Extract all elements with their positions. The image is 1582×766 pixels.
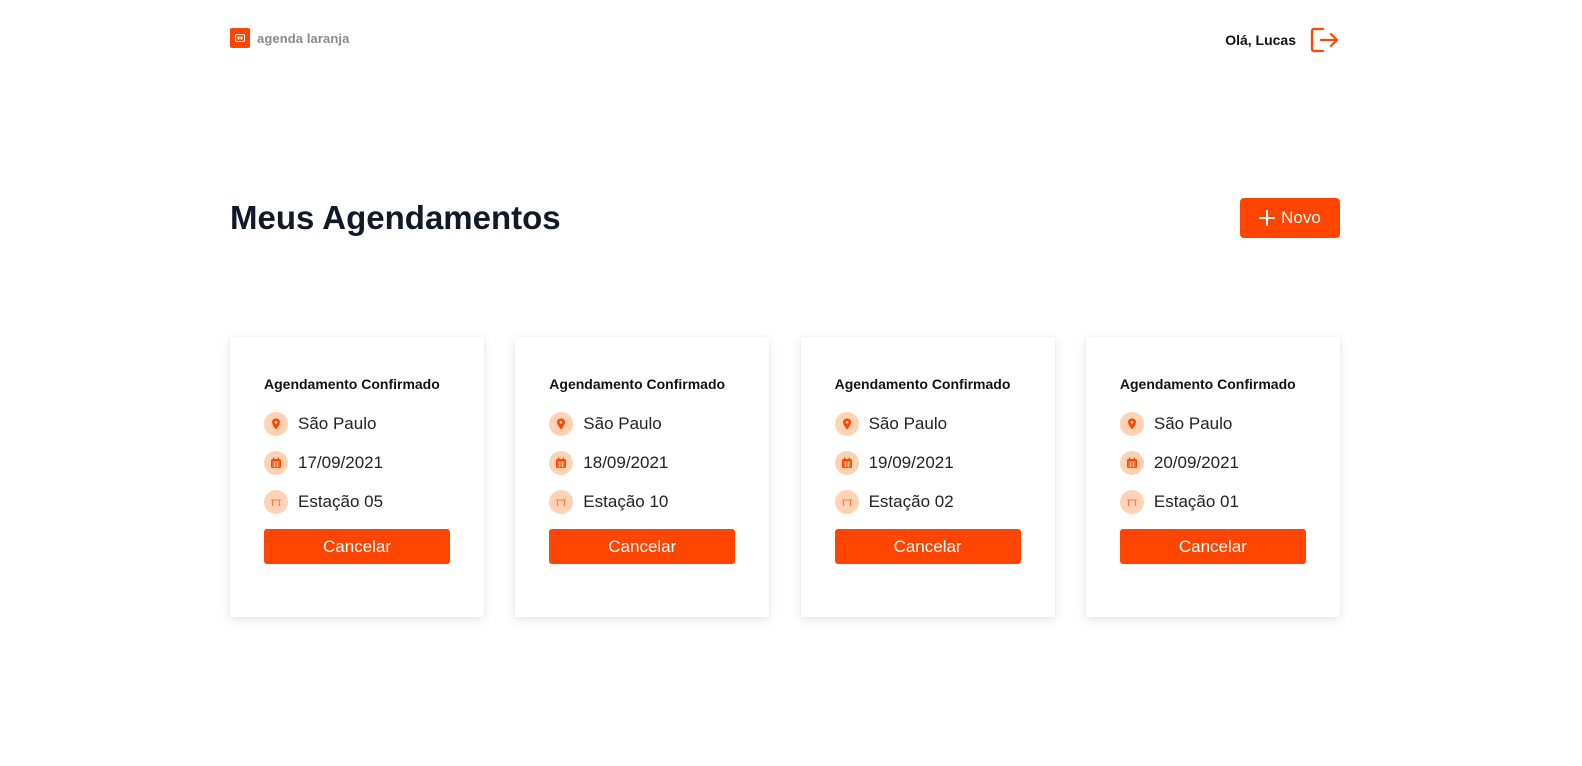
cancel-button[interactable]: Cancelar [834, 529, 1021, 564]
new-button-label: Novo [1281, 208, 1321, 227]
station-row: Estação 01 [1119, 490, 1306, 514]
date-row: 17/09/2021 [264, 451, 450, 475]
date-row: 18/09/2021 [549, 451, 735, 475]
map-pin-icon [1119, 412, 1144, 436]
brand-logo-icon [230, 28, 250, 48]
location-text: São Paulo [298, 414, 377, 433]
station-text: Estação 10 [583, 492, 669, 511]
station-text: Estação 02 [868, 492, 954, 511]
date-text: 17/09/2021 [298, 453, 384, 472]
card-title: Agendamento Confirmado [834, 376, 1011, 392]
calendar-icon [834, 451, 859, 475]
date-row: 20/09/2021 [1119, 451, 1306, 475]
cancel-button[interactable]: Cancelar [264, 529, 450, 564]
station-row: Estação 05 [264, 490, 450, 514]
cancel-button[interactable]: Cancelar [549, 529, 736, 564]
desk-icon [264, 490, 288, 514]
station-row: Estação 10 [549, 490, 735, 514]
desk-icon [549, 490, 574, 514]
map-pin-icon [549, 412, 574, 436]
date-text: 19/09/2021 [868, 453, 954, 472]
calendar-icon [1119, 451, 1144, 475]
appointment-card: Agendamento Confirmado São Paulo 17/09/2… [230, 337, 484, 617]
appointment-card: Agendamento Confirmado São Paulo 19/09/2… [800, 337, 1055, 617]
desk-icon [834, 490, 859, 514]
location-row: São Paulo [1119, 412, 1306, 436]
calendar-icon [549, 451, 574, 475]
appointment-cards: Agendamento Confirmado São Paulo 17/09/2… [230, 337, 1340, 617]
location-row: São Paulo [549, 412, 735, 436]
brand-name: agenda laranja [257, 30, 350, 46]
plus-icon [1259, 210, 1276, 226]
location-text: São Paulo [1153, 414, 1233, 433]
new-appointment-button[interactable]: Novo [1240, 198, 1340, 238]
brand[interactable]: agenda laranja [230, 28, 349, 48]
card-title: Agendamento Confirmado [549, 376, 726, 392]
location-row: São Paulo [834, 412, 1021, 436]
card-title: Agendamento Confirmado [1119, 376, 1296, 392]
station-text: Estação 01 [1153, 492, 1239, 511]
location-row: São Paulo [264, 412, 450, 436]
station-row: Estação 02 [834, 490, 1021, 514]
appointment-card: Agendamento Confirmado São Paulo 18/09/2… [515, 337, 770, 617]
map-pin-icon [834, 412, 859, 436]
date-text: 20/09/2021 [1153, 453, 1239, 472]
map-pin-icon [264, 412, 288, 436]
desk-icon [1119, 490, 1144, 514]
top-header: agenda laranja Olá, Lucas [230, 24, 1340, 56]
date-text: 18/09/2021 [583, 453, 669, 472]
calendar-icon [264, 451, 288, 475]
location-text: São Paulo [868, 414, 948, 433]
appointment-card: Agendamento Confirmado São Paulo 20/09/2… [1085, 337, 1340, 617]
cancel-button[interactable]: Cancelar [1119, 529, 1306, 564]
location-text: São Paulo [583, 414, 662, 433]
page-title: Meus Agendamentos [230, 199, 561, 236]
user-greeting: Olá, Lucas [1225, 32, 1296, 48]
date-row: 19/09/2021 [834, 451, 1021, 475]
station-text: Estação 05 [298, 492, 384, 511]
card-title: Agendamento Confirmado [264, 376, 440, 392]
title-row: Meus Agendamentos Novo [230, 197, 1340, 239]
logout-icon[interactable] [1310, 27, 1340, 53]
user-area: Olá, Lucas [1225, 24, 1340, 56]
